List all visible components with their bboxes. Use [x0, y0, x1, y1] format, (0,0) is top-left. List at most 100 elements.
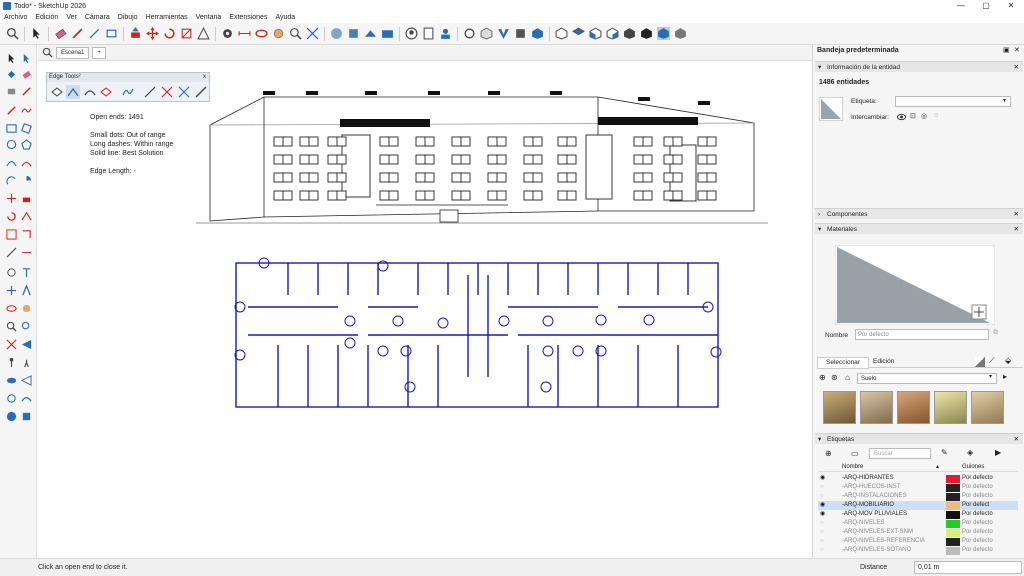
- material-library-select[interactable]: Suelo: [857, 373, 997, 384]
- minimize-button[interactable]: —: [950, 0, 972, 12]
- create-material-icon[interactable]: [975, 357, 985, 367]
- visibility-eye-icon[interactable]: ○: [820, 519, 824, 528]
- sample-paint-icon[interactable]: ⟋: [989, 356, 995, 366]
- tags-close[interactable]: ✕: [1014, 434, 1019, 445]
- zoom-window-icon[interactable]: [21, 321, 32, 332]
- material-swatch-4[interactable]: [934, 391, 967, 424]
- select-icon[interactable]: [6, 53, 17, 64]
- visibility-eye-icon[interactable]: ◉: [820, 510, 825, 519]
- tags-header[interactable]: ▾ Etiquetas ✕: [815, 433, 1023, 444]
- tag-color-swatch[interactable]: [946, 502, 960, 510]
- tray-close-button[interactable]: ✕: [1014, 46, 1020, 54]
- 3d-text-icon[interactable]: [21, 285, 32, 296]
- select-arrow-icon[interactable]: [30, 27, 43, 40]
- dimension-icon[interactable]: [238, 27, 251, 40]
- back-view-icon[interactable]: [623, 27, 636, 40]
- text-icon[interactable]: [21, 267, 32, 278]
- receive-shadow-icon[interactable]: ◌: [934, 112, 938, 119]
- add-tag-icon[interactable]: ⊕: [825, 449, 832, 458]
- look-around-icon[interactable]: [6, 375, 17, 386]
- tag-dash-style[interactable]: Por defecto: [962, 510, 993, 519]
- components-close[interactable]: ✕: [1014, 209, 1019, 220]
- offset-icon[interactable]: [197, 27, 210, 40]
- tag-row[interactable]: ◉ -ARQ-HIDRANTES Por defecto: [818, 474, 1018, 483]
- details-arrow-icon[interactable]: ▸: [1003, 372, 1007, 381]
- zoom-window-icon[interactable]: [289, 27, 302, 40]
- protractor-icon[interactable]: [6, 267, 17, 278]
- stamp-icon[interactable]: [21, 86, 32, 97]
- tag-row[interactable]: ◉ -ARQ-MOV PLUVIALES Por defecto: [818, 510, 1018, 519]
- walk-icon[interactable]: [21, 357, 32, 368]
- menu-ver[interactable]: Ver: [62, 14, 81, 21]
- offset-icon[interactable]: [21, 229, 32, 240]
- tag-dash-style[interactable]: Por defecto: [962, 519, 993, 528]
- material-icon[interactable]: [514, 27, 527, 40]
- document-icon[interactable]: [422, 27, 435, 40]
- tag-row[interactable]: ○ -ARQ-NIVELES-SOTANO Por defecto: [818, 546, 1018, 555]
- freehand-icon[interactable]: [21, 105, 32, 116]
- tag-search-field[interactable]: Buscar: [869, 448, 931, 459]
- tape-measure-icon[interactable]: [6, 247, 17, 258]
- material-swatch-1[interactable]: [823, 391, 856, 424]
- menu-ayuda[interactable]: Ayuda: [271, 14, 299, 21]
- xray-view-icon[interactable]: [657, 27, 670, 40]
- position-camera-icon[interactable]: [6, 357, 17, 368]
- tag-color-swatch[interactable]: [946, 538, 960, 546]
- tag-color-swatch[interactable]: [946, 475, 960, 483]
- tag-row[interactable]: ○ -ARQ-NIVELES-EXT-SNM Por defecto: [818, 528, 1018, 537]
- lasso-icon[interactable]: [21, 53, 32, 64]
- previous-view-icon[interactable]: [21, 339, 32, 350]
- rotate-icon[interactable]: [163, 27, 176, 40]
- visibility-eye-icon[interactable]: ◉: [820, 474, 825, 483]
- line-tool-icon[interactable]: [88, 27, 101, 40]
- forward-icon[interactable]: ⊛: [831, 373, 838, 382]
- tag-name[interactable]: -ARQ-NIVELES-REFERENCIA: [842, 537, 925, 546]
- tag-name[interactable]: -ARQ-MOBILIARIO: [842, 501, 894, 510]
- three-point-arc-icon[interactable]: [6, 175, 17, 186]
- add-folder-icon[interactable]: ▭: [851, 449, 859, 458]
- shadow-icon[interactable]: ◎: [921, 112, 927, 120]
- back-icon[interactable]: ⊕: [819, 373, 826, 382]
- etiqueta-select[interactable]: [895, 96, 1011, 107]
- maximize-button[interactable]: ▢: [975, 0, 997, 12]
- section-plane-icon[interactable]: [463, 27, 476, 40]
- tags-col-name[interactable]: Nombre: [842, 464, 863, 470]
- visibility-eye-icon[interactable]: ○: [820, 483, 824, 492]
- tag-dash-style[interactable]: Por defecto: [962, 474, 993, 483]
- visibility-eye-icon[interactable]: ○: [820, 537, 824, 546]
- zoom-icon[interactable]: [6, 321, 17, 332]
- visibility-eye-icon[interactable]: ○: [820, 528, 824, 537]
- tag-row[interactable]: ○ -ARQ-INSTALACIONES Por defecto: [818, 492, 1018, 501]
- move-icon[interactable]: [146, 27, 159, 40]
- model-viewport[interactable]: Escena1 + Edge Tools² x Open ends: 1491 …: [38, 45, 812, 558]
- section-plane-icon[interactable]: [21, 375, 32, 386]
- rectangle-icon[interactable]: [105, 27, 118, 40]
- components-header[interactable]: › Componentes ✕: [815, 208, 1023, 219]
- tag-color-swatch[interactable]: [946, 520, 960, 528]
- tag-name[interactable]: -ARQ-HIDRANTES: [842, 474, 894, 483]
- tag-tool-icon[interactable]: [6, 86, 17, 97]
- top-view-icon[interactable]: [572, 27, 585, 40]
- tag-color-swatch[interactable]: [946, 493, 960, 501]
- shaded-view-icon[interactable]: [674, 27, 687, 40]
- menu-camara[interactable]: Cámara: [81, 14, 114, 21]
- visibility-eye-icon[interactable]: ○: [820, 546, 824, 555]
- components-icon[interactable]: [381, 27, 394, 40]
- rectangle-icon[interactable]: [6, 123, 17, 134]
- entity-info-header[interactable]: ▾ Información de la entidad ✕: [815, 61, 1023, 72]
- right-view-icon[interactable]: [606, 27, 619, 40]
- pan-icon[interactable]: [21, 303, 32, 314]
- arc-icon[interactable]: [6, 157, 17, 168]
- zoom-icon[interactable]: [6, 27, 19, 40]
- move-icon[interactable]: [6, 193, 17, 204]
- material-swatch-2[interactable]: [860, 391, 893, 424]
- axes-icon[interactable]: [6, 285, 17, 296]
- menu-ventana[interactable]: Ventana: [192, 14, 226, 21]
- eraser-icon[interactable]: [54, 27, 67, 40]
- eye-icon[interactable]: [897, 113, 906, 121]
- tag-color-swatch[interactable]: [946, 547, 960, 555]
- pie-icon[interactable]: [21, 175, 32, 186]
- tag-color-swatch[interactable]: [946, 529, 960, 537]
- tab-seleccionar[interactable]: Seleccionar: [817, 357, 869, 369]
- paint-bucket-icon[interactable]: ⬙: [1005, 356, 1011, 365]
